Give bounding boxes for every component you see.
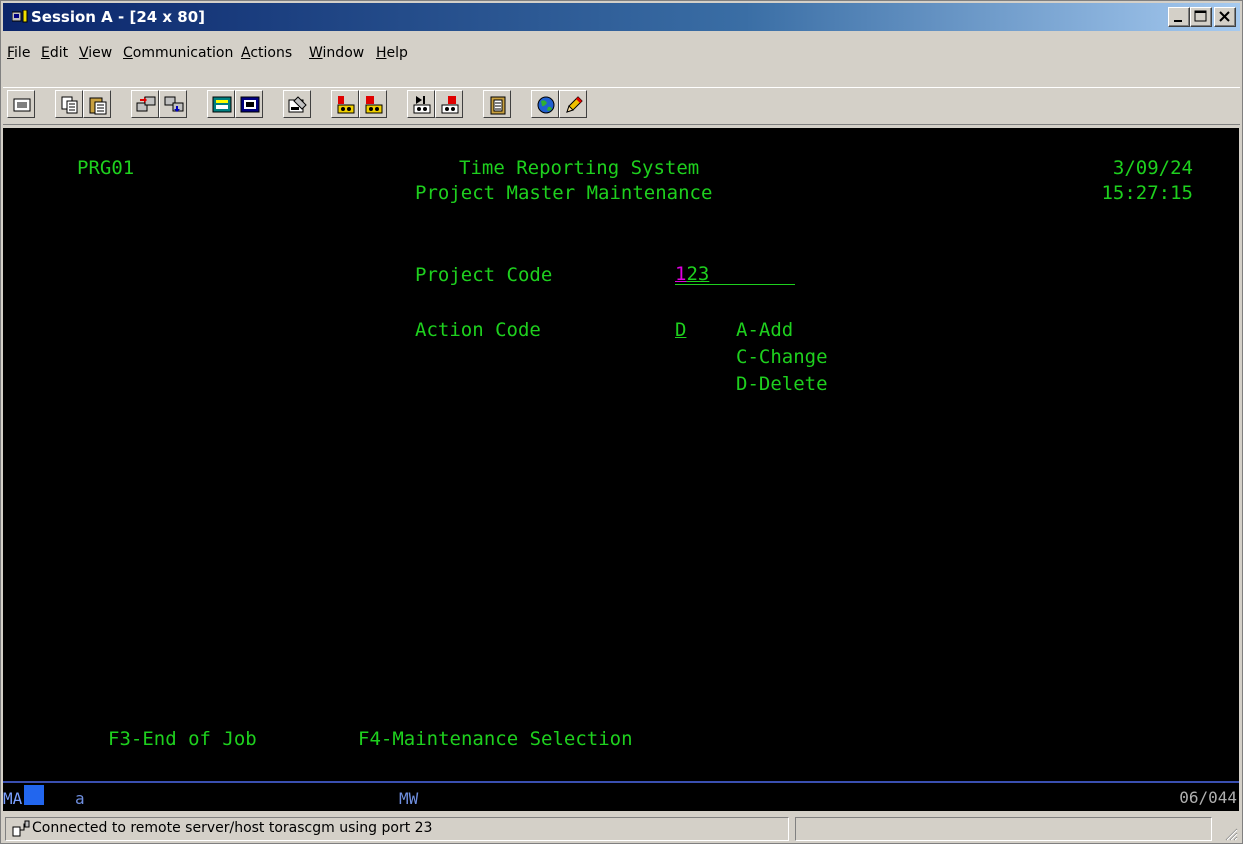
send-icon <box>136 96 156 112</box>
maximize-button[interactable] <box>1190 7 1212 27</box>
copy-button[interactable] <box>55 90 83 118</box>
send-file-button[interactable] <box>131 90 159 118</box>
menu-bar: File Edit View Communication Actions Win… <box>3 45 1240 71</box>
toolbar <box>3 87 1240 125</box>
web-globe-icon <box>537 96 555 114</box>
program-id: PRG01 <box>77 157 135 179</box>
oia-ma: MA <box>3 789 23 808</box>
stop-macro-icon <box>365 96 383 114</box>
minimize-icon <box>1174 20 1182 22</box>
resize-grip-icon[interactable] <box>1224 827 1238 841</box>
project-code-label: Project Code <box>415 264 553 286</box>
menu-actions[interactable]: Actions <box>241 45 292 61</box>
connection-icon <box>12 820 30 837</box>
macro-icon <box>288 96 307 113</box>
display-keypad-icon <box>212 96 232 113</box>
display-setup-icon <box>13 98 31 112</box>
play-macro-icon <box>413 96 431 114</box>
menu-view[interactable]: View <box>79 45 112 61</box>
record-macro-icon <box>337 96 355 114</box>
menu-edit[interactable]: Edit <box>41 45 68 61</box>
screen-time: 15:27:15 <box>1101 182 1193 204</box>
keypad-button[interactable] <box>207 90 235 118</box>
stop-macro-button[interactable] <box>359 90 387 118</box>
project-code-field[interactable]: 123 <box>675 264 795 285</box>
record-macro-button[interactable] <box>331 90 359 118</box>
run-macro-button[interactable] <box>435 90 463 118</box>
play-macro-button[interactable] <box>407 90 435 118</box>
oia-mw: MW <box>399 789 419 808</box>
display-setup-button[interactable] <box>7 90 35 118</box>
text-cursor: 1 <box>675 263 687 285</box>
receive-icon <box>164 96 184 112</box>
terminal-screen[interactable]: PRG01 Time Reporting System 3/09/24 Proj… <box>3 128 1239 781</box>
menu-file[interactable]: File <box>7 45 30 61</box>
receive-file-button[interactable] <box>159 90 187 118</box>
close-icon <box>1219 11 1230 22</box>
window-title: Session A - [24 x 80] <box>31 8 206 26</box>
action-code-label: Action Code <box>415 319 541 341</box>
pencil-icon <box>566 96 583 113</box>
status-bar: Connected to remote server/host torascgm… <box>3 815 1240 843</box>
web-button[interactable] <box>531 90 559 118</box>
connection-status-text: Connected to remote server/host torascgm… <box>32 820 433 836</box>
display-window-icon <box>240 96 260 113</box>
paste-button[interactable] <box>83 90 111 118</box>
copy-icon <box>61 96 78 114</box>
screen-title: Project Master Maintenance <box>415 182 713 204</box>
title-bar[interactable]: Session A - [24 x 80] <box>3 3 1240 31</box>
fkey-f3[interactable]: F3-End of Job <box>108 728 257 750</box>
maximize-icon <box>1194 10 1207 22</box>
menu-help[interactable]: Help <box>376 45 408 61</box>
screen-date: 3/09/24 <box>1112 157 1193 179</box>
macro-button[interactable] <box>283 90 311 118</box>
menu-window[interactable]: Window <box>309 45 364 61</box>
operator-info-area: MA a MW 06/044 <box>3 781 1239 811</box>
fkey-f4[interactable]: F4-Maintenance Selection <box>358 728 633 750</box>
paste-icon <box>89 97 107 115</box>
clipboard-icon <box>490 96 506 115</box>
action-option-change: C-Change <box>736 346 828 368</box>
status-connection-pane: Connected to remote server/host torascgm… <box>5 817 789 841</box>
edit-pencil-button[interactable] <box>559 90 587 118</box>
system-title: Time Reporting System <box>459 157 700 179</box>
input-indicator <box>24 785 44 805</box>
action-option-add: A-Add <box>736 319 794 341</box>
close-button[interactable] <box>1214 7 1236 27</box>
minimize-button[interactable] <box>1168 7 1190 27</box>
action-option-delete: D-Delete <box>736 373 828 395</box>
action-code-field[interactable]: D <box>675 319 686 341</box>
clipboard-button[interactable] <box>483 90 511 118</box>
status-secondary-pane <box>795 817 1212 841</box>
cursor-position: 06/044 <box>1179 788 1237 807</box>
project-code-value: 23 <box>686 263 710 285</box>
run-macro-icon <box>441 96 459 114</box>
emulator-window: Session A - [24 x 80] File Edit View Com… <box>0 0 1243 844</box>
oia-mode: a <box>75 789 85 808</box>
menu-communication[interactable]: Communication <box>123 45 233 61</box>
display-window-button[interactable] <box>235 90 263 118</box>
session-app-icon <box>12 10 28 23</box>
